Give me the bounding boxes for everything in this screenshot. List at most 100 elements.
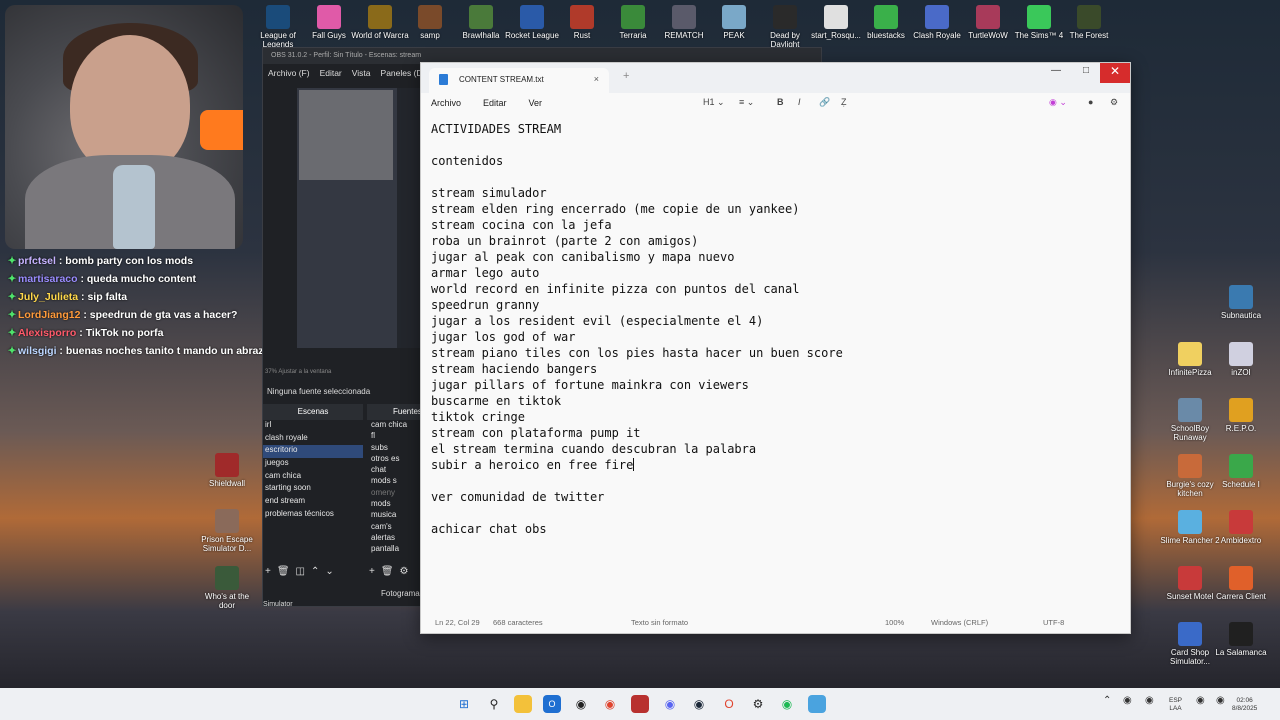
network-icon[interactable]: ◉ xyxy=(1123,696,1132,705)
add-scene-icon[interactable]: + xyxy=(265,566,271,577)
obs-source-item[interactable]: otros es xyxy=(367,454,427,465)
obs-source-item[interactable]: cam's xyxy=(367,522,427,533)
editor-line: stream simulador xyxy=(431,185,1120,201)
desktop-icon-label: Shieldwall xyxy=(208,479,246,488)
chat-text: buenas noches tanito t mando un abrazo xyxy=(65,345,271,357)
filter-scene-icon[interactable]: ◫ xyxy=(296,566,305,577)
obs-scene-item[interactable]: problemas técnicos xyxy=(263,509,363,522)
notepad-tab[interactable]: CONTENT STREAM.txt × xyxy=(429,68,609,93)
volume-icon[interactable]: ◉ xyxy=(1216,696,1225,705)
spotify-icon[interactable]: ◉ xyxy=(778,695,796,713)
menu-editar[interactable]: Editar xyxy=(483,98,507,110)
clear-format-icon[interactable]: Ẓ xyxy=(841,97,847,107)
editor-line: stream con plataforma pump it xyxy=(431,425,1120,441)
file-explorer-icon[interactable] xyxy=(514,695,532,713)
maximize-icon[interactable]: □ xyxy=(1071,63,1101,83)
obs-scene-item[interactable]: end stream xyxy=(263,496,363,509)
notepad-window[interactable]: CONTENT STREAM.txt × + — □ ✕ Archivo Edi… xyxy=(420,62,1131,634)
desktop-icon[interactable]: inZOI xyxy=(1211,342,1271,377)
obs-scene-item[interactable]: juegos xyxy=(263,458,363,471)
heading-label: H1 xyxy=(703,97,715,107)
app-icon xyxy=(215,453,239,477)
discord-icon[interactable]: ◉ xyxy=(661,695,679,713)
text-editor[interactable]: ACTIVIDADES STREAM contenidos stream simul… xyxy=(431,121,1120,537)
minimize-icon[interactable]: — xyxy=(1041,63,1071,83)
desktop-icon[interactable]: Ambidextro xyxy=(1211,510,1271,545)
start-icon[interactable]: ⊞ xyxy=(455,695,473,713)
mic-tray-icon[interactable]: ◉ xyxy=(1145,696,1154,705)
obs-scene-item[interactable]: starting soon xyxy=(263,483,363,496)
obs-source-item[interactable]: chat xyxy=(367,465,427,476)
notepad-taskbar-icon[interactable] xyxy=(808,695,826,713)
language-indicator[interactable]: ESP LAA xyxy=(1169,697,1182,712)
copilot-icon[interactable]: ◉ ⌄ xyxy=(1049,97,1067,108)
encoding[interactable]: UTF-8 xyxy=(1043,618,1064,627)
editor-line-text: stream piano tiles con los pies hasta ha… xyxy=(431,346,843,360)
desktop-icon[interactable]: Prison Escape Simulator D... xyxy=(197,509,257,553)
source-settings-icon[interactable]: ⚙ xyxy=(400,566,409,577)
editor-line: stream piano tiles con los pies hasta ha… xyxy=(431,345,1120,361)
obs-source-item[interactable]: cam chica xyxy=(367,420,427,431)
obs-menu-paneles[interactable]: Paneles (D) xyxy=(381,68,426,78)
obs-source-item[interactable]: omeny xyxy=(367,488,427,499)
chat-badge-icon: ✦ xyxy=(7,327,17,339)
wifi-icon[interactable]: ◉ xyxy=(1196,696,1205,705)
link-icon[interactable]: 🔗 xyxy=(819,97,830,108)
obs-scene-item[interactable]: clash royale xyxy=(263,433,363,446)
obs-source-item[interactable]: mods s xyxy=(367,476,427,487)
menu-archivo[interactable]: Archivo xyxy=(431,98,461,110)
settings-icon[interactable]: ⚙ xyxy=(749,695,767,713)
obs-source-item[interactable]: pantalla xyxy=(367,544,427,555)
obs-scene-item[interactable]: cam chica xyxy=(263,471,363,484)
obs-scene-item[interactable]: escritorio xyxy=(263,445,363,459)
obs-scaling-label[interactable]: 37% Ajustar a la ventana xyxy=(265,369,331,375)
bold-icon[interactable]: B xyxy=(777,97,784,107)
clock[interactable]: 02:06 8/8/2025 xyxy=(1232,697,1257,712)
remove-source-icon[interactable]: 🗑 xyxy=(381,566,394,577)
account-icon[interactable]: ● xyxy=(1088,97,1093,107)
app-icon xyxy=(469,5,493,29)
chat-badge-icon: ✦ xyxy=(7,345,17,357)
opera-icon[interactable]: O xyxy=(720,695,738,713)
obs-icon[interactable]: ◉ xyxy=(572,695,590,713)
obs-source-item[interactable]: alertas xyxy=(367,533,427,544)
move-up-icon[interactable]: ⌃ xyxy=(311,566,319,577)
add-source-icon[interactable]: + xyxy=(369,566,375,577)
tray-chevron-icon[interactable]: ⌃ xyxy=(1103,696,1111,705)
obs-source-item[interactable]: mods xyxy=(367,499,427,510)
list-dropdown-icon[interactable]: ≡ ⌄ xyxy=(739,97,754,108)
obs-scene-item[interactable]: irl xyxy=(263,420,363,433)
heading-dropdown[interactable]: H1 ⌄ xyxy=(703,97,725,108)
obs-source-item[interactable]: fl xyxy=(367,431,427,442)
app-icon xyxy=(266,5,290,29)
remove-scene-icon[interactable]: 🗑 xyxy=(277,566,290,577)
desktop-icon[interactable]: La Salamanca xyxy=(1211,622,1271,657)
app-icon[interactable] xyxy=(631,695,649,713)
obs-source-item[interactable]: subs xyxy=(367,443,427,454)
tab-close-icon[interactable]: × xyxy=(594,74,599,84)
new-tab-icon[interactable]: + xyxy=(623,70,629,82)
chrome-icon[interactable]: ◉ xyxy=(601,695,619,713)
desktop-icon[interactable]: Shieldwall xyxy=(197,453,257,488)
close-window-button[interactable]: ✕ xyxy=(1100,63,1130,83)
chat-badge-icon: ✦ xyxy=(7,273,17,285)
desktop-icon[interactable]: Who's at the door xyxy=(197,566,257,610)
desktop-icon[interactable]: R.E.P.O. xyxy=(1211,398,1271,433)
desktop-icon[interactable]: Subnautica xyxy=(1211,285,1271,320)
italic-icon[interactable]: I xyxy=(798,97,801,107)
obs-source-item[interactable]: musica xyxy=(367,510,427,521)
zoom-level[interactable]: 100% xyxy=(885,618,904,627)
desktop-icon[interactable]: Schedule I xyxy=(1211,454,1271,489)
obs-menu-editar[interactable]: Editar xyxy=(320,68,342,78)
outlook-icon[interactable]: O xyxy=(543,695,561,713)
desktop-icon[interactable]: The Forest xyxy=(1059,5,1119,40)
move-down-icon[interactable]: ⌄ xyxy=(325,566,333,577)
obs-menu-archivo[interactable]: Archivo (F) xyxy=(268,68,310,78)
search-icon[interactable]: ⚲ xyxy=(485,695,503,713)
settings-gear-icon[interactable]: ⚙ xyxy=(1110,97,1118,108)
desktop-icon[interactable]: Carrera Client xyxy=(1211,566,1271,601)
menu-ver[interactable]: Ver xyxy=(529,98,543,110)
obs-menu-vista[interactable]: Vista xyxy=(352,68,371,78)
line-ending[interactable]: Windows (CRLF) xyxy=(931,618,988,627)
steam-icon[interactable]: ◉ xyxy=(690,695,708,713)
